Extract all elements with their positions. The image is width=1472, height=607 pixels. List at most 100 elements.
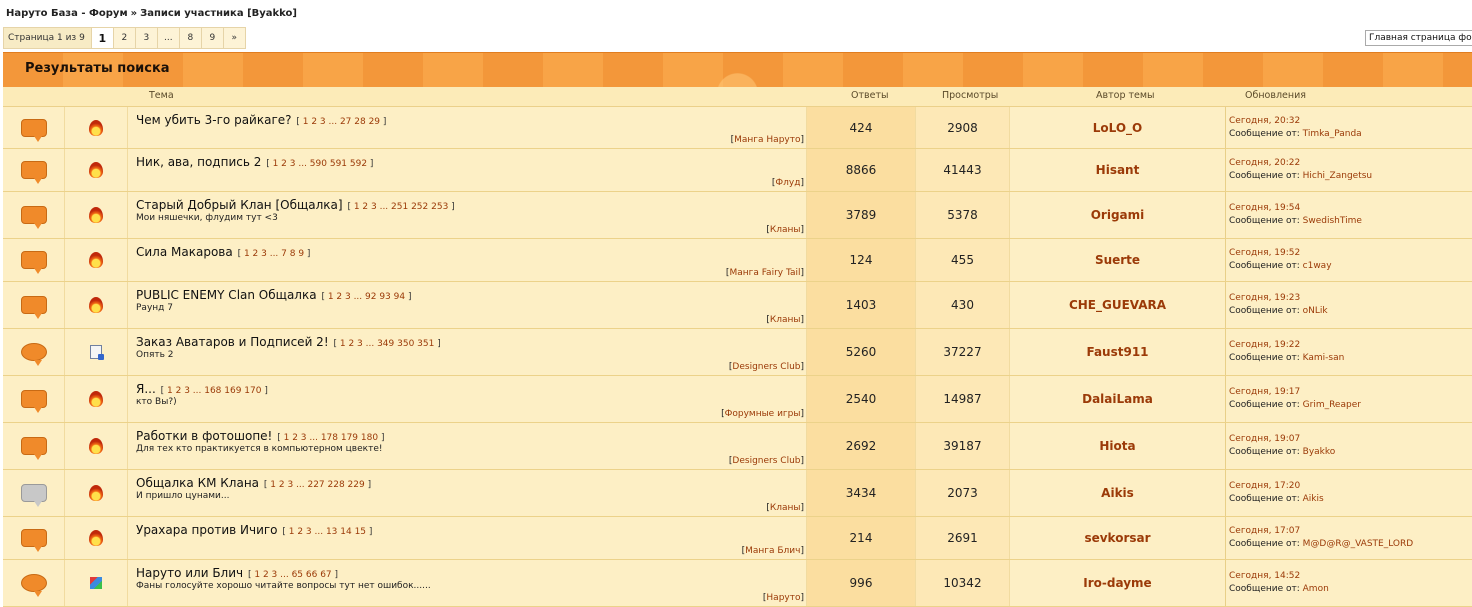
page-link-2[interactable]: 2 — [112, 28, 135, 48]
last-post-date[interactable]: Сегодня, 19:23 — [1229, 292, 1472, 305]
topic-author-link[interactable]: DalaiLama — [1010, 376, 1226, 422]
breadcrumb-current[interactable]: Записи участника [Byakko] — [140, 8, 297, 19]
topic-title-link[interactable]: Я... — [136, 382, 156, 396]
topic-title-link[interactable]: Ник, ава, подпись 2 — [136, 155, 261, 169]
topic-status-icon[interactable] — [20, 296, 47, 319]
topic-status-icon[interactable] — [20, 484, 47, 507]
last-post-date[interactable]: Сегодня, 17:07 — [1229, 525, 1472, 538]
topic-page-links[interactable]: 1 2 3 ... 178 179 180 — [284, 433, 378, 443]
topic-title-link[interactable]: PUBLIC ENEMY Clan Общалка — [136, 288, 317, 302]
topic-forum-link[interactable]: Манга Блич — [745, 546, 800, 556]
topic-status-icon[interactable] — [20, 437, 47, 460]
topic-forum-link[interactable]: Форумные игры — [725, 409, 801, 419]
topic-author-link[interactable]: Hiota — [1010, 423, 1226, 469]
topic-forum-link[interactable]: Манга Fairy Tail — [729, 268, 800, 278]
topic-page-links[interactable]: 1 2 3 ... 168 169 170 — [167, 386, 261, 396]
replies-count[interactable]: 8866 — [807, 149, 916, 191]
topic-author-link[interactable]: sevkorsar — [1010, 517, 1226, 559]
last-post-author-link[interactable]: Amon — [1303, 584, 1329, 594]
topic-page-links[interactable]: 1 2 3 ... 13 14 15 — [289, 527, 366, 537]
topic-author-link[interactable]: Iro-dayme — [1010, 560, 1226, 606]
last-post-date[interactable]: Сегодня, 19:22 — [1229, 339, 1472, 352]
last-post-date[interactable]: Сегодня, 20:32 — [1229, 115, 1472, 128]
topic-forum-link[interactable]: Манга Наруто — [734, 135, 800, 145]
topic-title-link[interactable]: Общалка КМ Клана — [136, 476, 259, 490]
topic-author-link[interactable]: LoLO_O — [1010, 107, 1226, 148]
topic-status-icon[interactable] — [20, 343, 47, 366]
page-link-3[interactable]: 3 — [134, 28, 157, 48]
replies-count[interactable]: 124 — [807, 239, 916, 281]
topic-author-link[interactable]: CHE_GUEVARA — [1010, 282, 1226, 328]
topic-author-link[interactable]: Origami — [1010, 192, 1226, 238]
topic-forum-link[interactable]: Designers Club — [732, 362, 800, 372]
topic-forum-link[interactable]: Кланы — [770, 503, 801, 513]
replies-count[interactable]: 5260 — [807, 329, 916, 375]
last-post-author-link[interactable]: Timka_Panda — [1303, 129, 1362, 139]
topic-author-link[interactable]: Hisant — [1010, 149, 1226, 191]
page-ellipsis[interactable]: ... — [156, 28, 179, 48]
topic-forum-link[interactable]: Флуд — [775, 178, 800, 188]
topic-page-links[interactable]: 1 2 3 ... 251 252 253 — [354, 202, 448, 212]
topic-page-links[interactable]: 1 2 3 ... 7 8 9 — [244, 249, 304, 259]
topic-status-icon[interactable] — [20, 529, 47, 552]
replies-count[interactable]: 1403 — [807, 282, 916, 328]
topic-title-link[interactable]: Наруто или Блич — [136, 566, 243, 580]
replies-count[interactable]: 424 — [807, 107, 916, 148]
topic-page-links[interactable]: 1 2 3 ... 27 28 29 — [303, 117, 380, 127]
topic-page-links[interactable]: 1 2 3 ... 590 591 592 — [273, 159, 367, 169]
last-post-author-link[interactable]: Aikis — [1303, 494, 1324, 504]
last-post-author-link[interactable]: c1way — [1303, 261, 1332, 271]
topic-title-link[interactable]: Чем убить 3-го райкаге? — [136, 113, 292, 127]
last-post-author-link[interactable]: Hichi_Zangetsu — [1303, 171, 1372, 181]
last-post-date[interactable]: Сегодня, 19:07 — [1229, 433, 1472, 446]
topic-title-link[interactable]: Сила Макарова — [136, 245, 233, 259]
topic-status-icon[interactable] — [20, 251, 47, 274]
topic-page-links[interactable]: 1 2 3 ... 349 350 351 — [340, 339, 434, 349]
topic-title-link[interactable]: Заказ Аватаров и Подписей 2! — [136, 335, 329, 349]
topic-status-icon[interactable] — [20, 161, 47, 184]
page-link-9[interactable]: 9 — [200, 28, 223, 48]
last-post-author-link[interactable]: oNLik — [1303, 306, 1328, 316]
last-post-date[interactable]: Сегодня, 14:52 — [1229, 570, 1472, 583]
replies-count[interactable]: 214 — [807, 517, 916, 559]
topic-status-icon[interactable] — [20, 118, 47, 142]
last-post-date[interactable]: Сегодня, 20:22 — [1229, 157, 1472, 170]
col-replies[interactable]: Ответы — [851, 90, 889, 101]
last-post-author-link[interactable]: Grim_Reaper — [1303, 400, 1361, 410]
topic-page-links[interactable]: 1 2 3 ... 92 93 94 — [328, 292, 405, 302]
page-next[interactable]: » — [222, 28, 245, 48]
topic-author-link[interactable]: Faust911 — [1010, 329, 1226, 375]
replies-count[interactable]: 996 — [807, 560, 916, 606]
topic-title-link[interactable]: Старый Добрый Клан [Общалка] — [136, 198, 343, 212]
topic-page-links[interactable]: 1 2 3 ... 227 228 229 — [270, 480, 364, 490]
topic-forum-link[interactable]: Кланы — [770, 225, 801, 235]
topic-forum-link[interactable]: Кланы — [770, 315, 801, 325]
last-post-date[interactable]: Сегодня, 19:52 — [1229, 247, 1472, 260]
topic-status-icon[interactable] — [20, 390, 47, 413]
replies-count[interactable]: 2692 — [807, 423, 916, 469]
page-link-8[interactable]: 8 — [178, 28, 201, 48]
topic-title-link[interactable]: Работки в фотошопе! — [136, 429, 272, 443]
col-author[interactable]: Автор темы — [1096, 90, 1155, 101]
topic-author-link[interactable]: Aikis — [1010, 470, 1226, 516]
last-post-date[interactable]: Сегодня, 17:20 — [1229, 480, 1472, 493]
col-updates[interactable]: Обновления — [1245, 90, 1306, 101]
col-topic[interactable]: Тема — [149, 90, 174, 101]
last-post-author-link[interactable]: Kami-san — [1303, 353, 1345, 363]
topic-status-icon[interactable] — [20, 206, 47, 229]
last-post-author-link[interactable]: M@D@R@_VASTE_LORD — [1303, 539, 1414, 549]
topic-forum-link[interactable]: Наруто — [766, 593, 800, 603]
breadcrumb-forum-link[interactable]: Наруто База - Форум — [6, 8, 128, 19]
replies-count[interactable]: 3434 — [807, 470, 916, 516]
page-link-1[interactable]: 1 — [90, 28, 113, 48]
last-post-author-link[interactable]: SwedishTime — [1303, 216, 1362, 226]
replies-count[interactable]: 2540 — [807, 376, 916, 422]
last-post-author-link[interactable]: Byakko — [1303, 447, 1336, 457]
topic-author-link[interactable]: Suerte — [1010, 239, 1226, 281]
last-post-date[interactable]: Сегодня, 19:54 — [1229, 202, 1472, 215]
topic-status-icon[interactable] — [20, 574, 47, 597]
forum-jump-select[interactable]: Главная страница форума — [1365, 30, 1472, 46]
last-post-date[interactable]: Сегодня, 19:17 — [1229, 386, 1472, 399]
topic-page-links[interactable]: 1 2 3 ... 65 66 67 — [254, 570, 331, 580]
replies-count[interactable]: 3789 — [807, 192, 916, 238]
